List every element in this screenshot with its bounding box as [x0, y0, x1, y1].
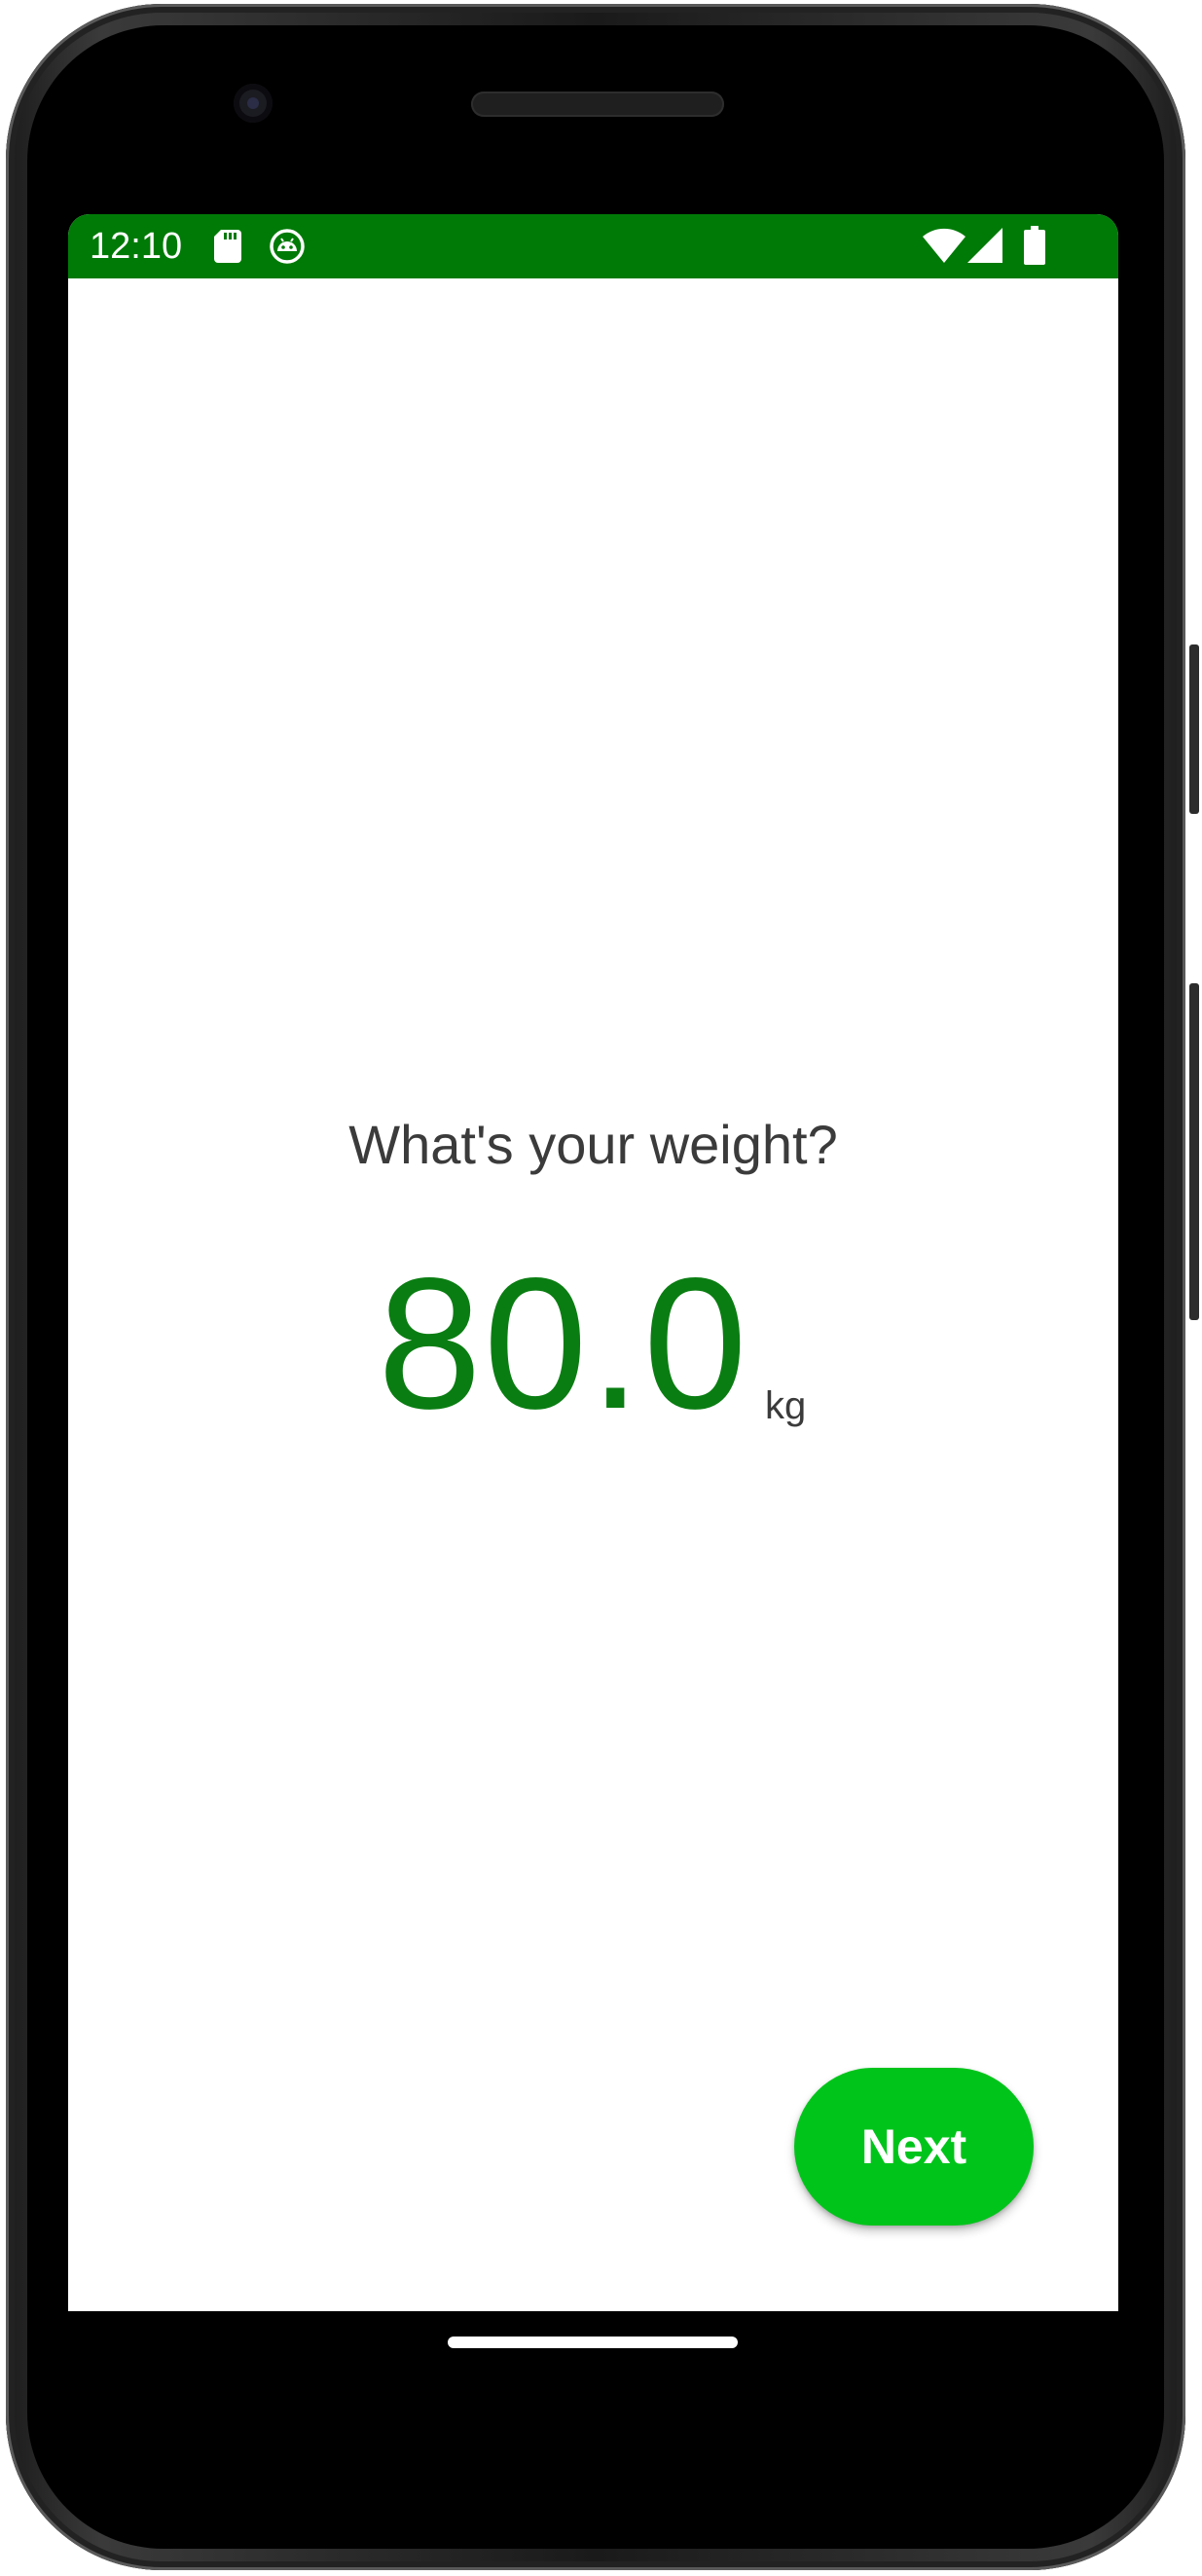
navigation-bar	[68, 2311, 1118, 2399]
earpiece-speaker	[471, 92, 724, 117]
front-camera	[234, 84, 273, 123]
weight-unit: kg	[765, 1384, 807, 1427]
volume-button	[1189, 983, 1199, 1320]
wifi-icon	[923, 228, 965, 263]
weight-question: What's your weight?	[348, 1114, 838, 1175]
phone-device: 12:10 What's your weight? 80.0 kg Next	[0, 0, 1202, 2576]
app-screen: 12:10 What's your weight? 80.0 kg Next	[68, 214, 1118, 2311]
status-time: 12:10	[90, 226, 183, 267]
power-button	[1189, 644, 1199, 814]
android-debug-icon	[270, 229, 305, 264]
cell-signal-icon	[967, 228, 1002, 263]
status-bar: 12:10	[68, 214, 1118, 278]
weight-value[interactable]: 80.0	[378, 1246, 749, 1441]
sd-card-icon	[214, 230, 241, 263]
home-indicator[interactable]	[448, 2337, 738, 2348]
next-button[interactable]: Next	[794, 2068, 1034, 2226]
battery-icon	[1024, 226, 1045, 265]
weight-picker[interactable]: 80.0 kg	[68, 1246, 1118, 1441]
